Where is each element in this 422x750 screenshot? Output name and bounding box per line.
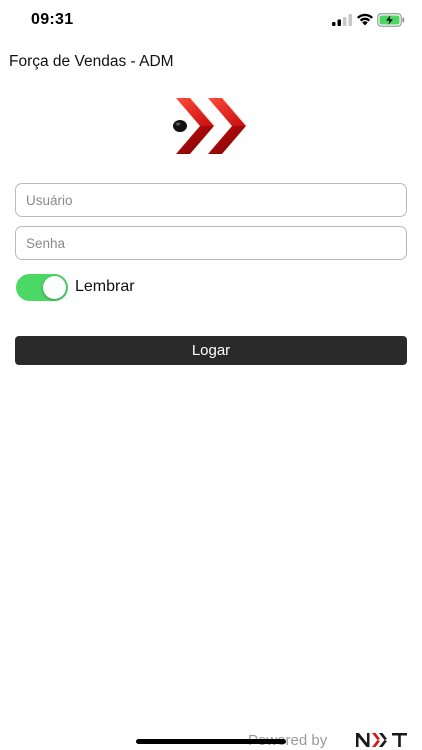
double-chevron-logo-icon: [173, 98, 248, 154]
login-button[interactable]: Logar: [15, 336, 407, 365]
page-title: Força de Vendas - ADM: [9, 53, 174, 70]
remember-toggle[interactable]: [16, 274, 68, 301]
status-bar: 09:31: [0, 0, 422, 42]
login-screen: 09:31 Força de Vendas - ADM Usuário Lemb…: [0, 0, 422, 750]
remember-label: Lembrar: [75, 278, 135, 295]
home-indicator: [136, 739, 286, 744]
battery-charging-icon: [377, 13, 405, 27]
cellular-signal-icon: [332, 14, 352, 26]
wifi-icon: [357, 13, 373, 26]
nxt-brand-logo-icon: [356, 733, 407, 747]
password-input[interactable]: [15, 226, 407, 260]
username-input[interactable]: [15, 183, 407, 217]
status-time: 09:31: [31, 11, 74, 28]
toggle-knob: [43, 276, 66, 299]
